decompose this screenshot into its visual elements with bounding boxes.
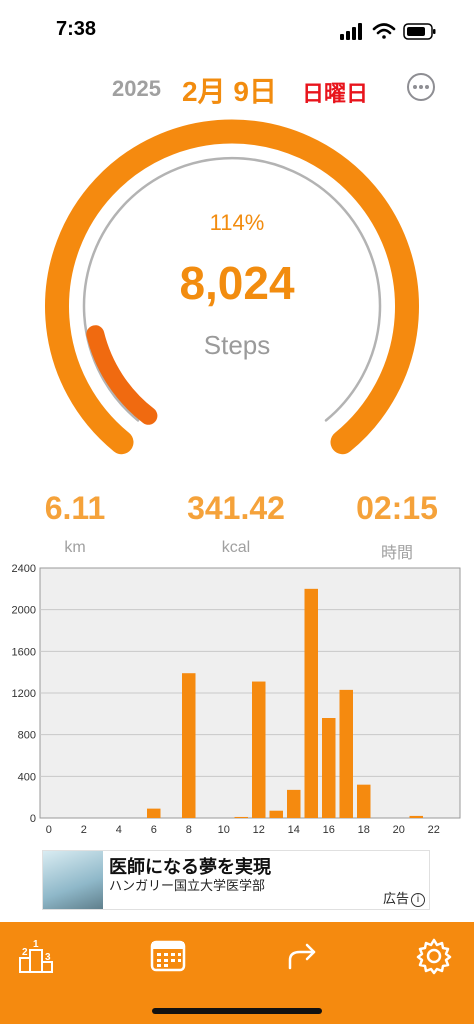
ad-subtitle: ハンガリー国立大学医学部 <box>109 878 266 893</box>
svg-text:1: 1 <box>33 939 39 950</box>
chart-bar <box>147 808 161 818</box>
distance-unit: km <box>64 539 86 556</box>
svg-text:3: 3 <box>45 952 51 963</box>
ad-badge[interactable]: 広告 i <box>383 888 425 907</box>
ad-banner[interactable]: 医師になる夢を実現 ハンガリー国立大学医学部 広告 i <box>42 850 430 910</box>
calories-value: 341.42 <box>187 490 285 526</box>
goal-percent: 114% <box>209 210 265 235</box>
steps-label: Steps <box>203 330 271 360</box>
share-arrow-icon[interactable] <box>282 936 322 976</box>
ranking-podium-icon[interactable]: 213 <box>16 936 56 976</box>
calories-unit: kcal <box>221 539 251 556</box>
chart-bar <box>409 815 423 818</box>
chart-x-tick-label: 6 <box>151 824 157 836</box>
chart-x-tick-label: 12 <box>253 824 265 836</box>
chart-bar <box>182 673 196 818</box>
chart-x-tick-label: 4 <box>116 824 122 836</box>
chart-x-tick-label: 14 <box>288 824 300 836</box>
chart-y-tick-label: 0 <box>30 813 36 825</box>
date-year: 2025 <box>112 76 161 101</box>
battery-icon <box>403 23 436 40</box>
ad-image <box>43 851 103 909</box>
ad-badge-label: 広告 <box>382 891 409 906</box>
cellular-signal-icon <box>340 23 362 40</box>
home-indicator <box>152 1008 322 1014</box>
calendar-icon[interactable] <box>148 936 188 976</box>
chart-x-tick-label: 22 <box>428 824 440 836</box>
chart-x-tick-label: 8 <box>186 824 192 836</box>
distance-stat: 6.11 km <box>5 490 145 557</box>
calories-stat: 341.42 kcal <box>166 490 306 557</box>
status-time: 7:38 <box>56 18 97 40</box>
chart-y-tick-label: 400 <box>18 771 36 783</box>
chart-bar <box>339 689 353 818</box>
time-stat: 02:15 時間 <box>327 490 467 563</box>
chart-y-tick-label: 800 <box>18 730 36 742</box>
chart-bar <box>252 681 266 818</box>
chart-bar <box>287 789 301 818</box>
chart-x-tick-label: 16 <box>323 824 335 836</box>
distance-value: 6.11 <box>44 490 106 526</box>
ellipsis-circle-icon[interactable] <box>406 72 436 102</box>
status-icons <box>340 23 436 40</box>
svg-text:2: 2 <box>22 947 28 958</box>
chart-bar <box>304 588 318 818</box>
chart-x-tick-label: 20 <box>393 824 405 836</box>
status-bar: 7:38 <box>0 0 474 60</box>
chart-x-tick-label: 10 <box>218 824 230 836</box>
chart-bar <box>234 816 248 818</box>
chart-y-tick-label: 2000 <box>12 605 36 617</box>
chart-x-tick-label: 0 <box>46 824 52 836</box>
chart-bar <box>322 718 336 818</box>
hourly-steps-chart: 0 400 800 1200 1600 2000 2400 0 2 4 6 8 10 12 14 16 18 20… <box>12 563 461 836</box>
chart-x-tick-label: 18 <box>358 824 370 836</box>
chart-y-tick-label: 1200 <box>12 688 36 700</box>
step-count: 8,024 <box>179 257 295 309</box>
chart-bar <box>357 784 371 818</box>
gear-icon[interactable] <box>414 936 454 976</box>
time-value: 02:15 <box>356 490 438 526</box>
chart-y-tick-label: 2400 <box>12 563 36 575</box>
chart-x-tick-label: 2 <box>81 824 87 836</box>
wifi-icon <box>372 23 396 39</box>
chart-bar <box>269 810 283 818</box>
chart-y-tick-label: 1600 <box>12 646 36 658</box>
info-icon: i <box>411 892 425 907</box>
